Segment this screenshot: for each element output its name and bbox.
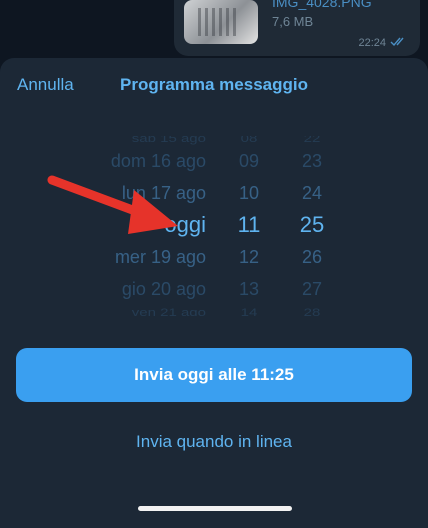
- picker-day: mer 19 ago: [114, 247, 206, 267]
- picker-hour: 13: [238, 279, 260, 299]
- picker-day: ven 21 ago: [131, 306, 206, 316]
- picker-hour: 14: [240, 306, 258, 316]
- picker-row[interactable]: oggi 11 25: [0, 210, 428, 240]
- date-time-picker[interactable]: sab 15 ago 08 22 dom 16 ago 09 23 lun 17 ago 10…: [0, 136, 428, 316]
- picker-day: lun 17 ago: [121, 183, 206, 203]
- picker-row[interactable]: dom 16 ago 09 23: [0, 146, 428, 176]
- picker-row[interactable]: ven 21 ago 14 28: [0, 302, 428, 316]
- picker-row[interactable]: gio 20 ago 13 27: [0, 274, 428, 304]
- picker-hour: 10: [238, 183, 260, 203]
- send-scheduled-label: Invia oggi alle 11:25: [134, 365, 294, 384]
- image-thumbnail[interactable]: [184, 0, 258, 44]
- picker-row[interactable]: mer 19 ago 12 26: [0, 242, 428, 272]
- picker-minute: 26: [301, 247, 323, 267]
- picker-day: oggi: [164, 212, 206, 237]
- picker-day: gio 20 ago: [121, 279, 206, 299]
- picker-minute: 23: [301, 151, 323, 171]
- chat-background: IMG_4028.PNG 7,6 MB 22:24: [0, 0, 428, 62]
- picker-minute: 27: [301, 279, 323, 299]
- picker-hour: 11: [237, 212, 261, 237]
- picker-minute: 25: [299, 212, 325, 237]
- send-scheduled-button[interactable]: Invia oggi alle 11:25: [16, 348, 412, 402]
- file-message-bubble[interactable]: IMG_4028.PNG 7,6 MB 22:24: [174, 0, 420, 56]
- picker-minute: 28: [303, 306, 321, 316]
- picker-minute: 24: [301, 183, 323, 203]
- double-check-icon: [390, 37, 404, 47]
- message-time: 22:24: [358, 37, 386, 49]
- file-size: 7,6 MB: [272, 14, 314, 29]
- cancel-button[interactable]: Annulla: [17, 75, 74, 95]
- file-name: IMG_4028.PNG: [272, 0, 372, 10]
- home-indicator: [138, 506, 292, 511]
- picker-row[interactable]: lun 17 ago 10 24: [0, 178, 428, 208]
- picker-hour: 12: [238, 247, 260, 267]
- schedule-sheet: Programma messaggio Annulla sab 15 ago 08…: [0, 58, 428, 528]
- picker-day: dom 16 ago: [110, 151, 206, 171]
- send-when-online-button[interactable]: Invia quando in linea: [0, 432, 428, 452]
- picker-hour: 09: [238, 151, 260, 171]
